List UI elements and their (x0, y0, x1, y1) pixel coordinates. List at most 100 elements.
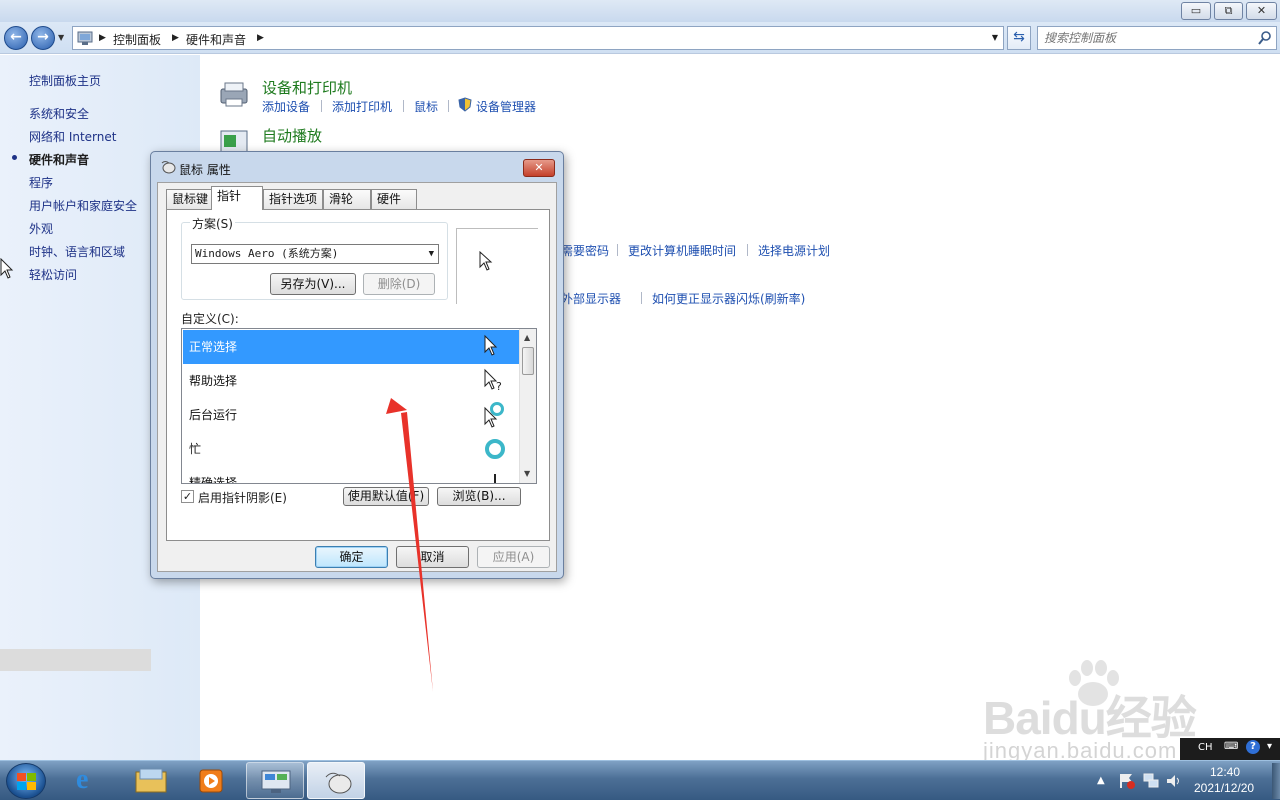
ok-button[interactable]: 确定 (315, 546, 388, 568)
baidu-jingyan-watermark: Baidu经验 jingyan.baidu.com (983, 660, 1213, 770)
scheme-group: 方案(S) Windows Aero (系统方案) ▼ 另存为(V)... 删除… (181, 215, 448, 300)
search-box[interactable] (1037, 26, 1277, 50)
breadcrumb-hardware-and-sound[interactable]: 硬件和声音 (186, 31, 246, 48)
options-icon[interactable]: ▾ (1267, 741, 1272, 752)
explorer-icon (135, 768, 167, 793)
taskbar-control-panel-button[interactable] (246, 762, 304, 799)
external-display-link[interactable]: 外部显示器 (561, 290, 621, 307)
sidebar-item-user-accounts[interactable]: 用户帐户和家庭安全 (29, 197, 137, 214)
sidebar-item-appearance[interactable]: 外观 (29, 220, 53, 237)
forward-icon[interactable]: → (31, 26, 55, 50)
scrollbar-thumb[interactable] (522, 347, 534, 375)
maximize-button[interactable]: ⧉ (1214, 2, 1243, 20)
delete-scheme-button[interactable]: 删除(D) (363, 273, 435, 295)
minimize-button[interactable]: ▭ (1181, 2, 1211, 20)
address-dropdown-icon[interactable]: ▼ (992, 33, 998, 42)
require-password-link[interactable]: 需要密码 (561, 242, 609, 259)
change-sleep-time-link[interactable]: 更改计算机睡眠时间 (628, 242, 736, 259)
show-desktop-button[interactable] (1272, 763, 1280, 799)
show-hidden-icons-icon[interactable]: ▲ (1097, 775, 1105, 786)
language-bar: CH ⌨ ? ▾ (1180, 738, 1280, 760)
dialog-close-button[interactable]: ✕ (523, 159, 555, 177)
help-icon[interactable]: ? (1246, 740, 1260, 754)
media-player-icon (199, 769, 223, 793)
cursor-row-label: 忙 (189, 442, 202, 456)
mouse-properties-dialog: 鼠标 属性 ✕ 鼠标键 指针 指针选项 滑轮 硬件 方案(S) Windows … (150, 151, 564, 579)
clock-time[interactable]: 12:40 (1210, 765, 1240, 779)
add-device-link[interactable]: 添加设备 (262, 98, 310, 115)
clock-date[interactable]: 2021/12/20 (1194, 781, 1254, 795)
refresh-icon[interactable]: ⇆ (1007, 26, 1031, 50)
save-as-button[interactable]: 另存为(V)... (270, 273, 356, 295)
search-icon[interactable] (1258, 31, 1272, 45)
link-separator (321, 100, 322, 112)
apply-button[interactable]: 应用(A) (477, 546, 550, 568)
cancel-button[interactable]: 取消 (396, 546, 469, 568)
uac-shield-icon (458, 97, 472, 112)
sidebar-home-link[interactable]: 控制面板主页 (29, 72, 101, 89)
add-printer-link[interactable]: 添加打印机 (332, 98, 392, 115)
sidebar-highlight-bar (0, 649, 151, 671)
close-button[interactable]: ✕ (1246, 2, 1277, 20)
breadcrumb-control-panel[interactable]: 控制面板 (113, 31, 161, 48)
dialog-body: 鼠标键 指针 指针选项 滑轮 硬件 方案(S) Windows Aero (系统… (157, 182, 557, 572)
cursor-row-busy[interactable]: 忙 (183, 432, 519, 466)
cursor-row-precision-select[interactable]: 精确选择 (183, 466, 519, 483)
mouse-link[interactable]: 鼠标 (414, 98, 438, 115)
dialog-title: 鼠标 属性 (179, 163, 231, 177)
breadcrumb-separator-icon[interactable]: ▶ (257, 33, 264, 43)
tab-pointer-options[interactable]: 指针选项 (263, 189, 323, 209)
busy-cursor-icon (485, 439, 505, 459)
dropdown-arrow-icon: ▼ (428, 249, 434, 259)
start-button[interactable] (6, 763, 46, 799)
link-separator (448, 100, 449, 112)
back-icon[interactable]: ← (4, 26, 28, 50)
choose-power-plan-link[interactable]: 选择电源计划 (758, 242, 830, 259)
action-center-icon[interactable] (1118, 772, 1136, 790)
address-bar[interactable]: ▶ 控制面板 ▶ 硬件和声音 ▶ ▼ (72, 26, 1004, 50)
device-manager-link[interactable]: 设备管理器 (476, 98, 536, 115)
scheme-selected-value: Windows Aero (系统方案) (195, 247, 339, 260)
link-separator (403, 100, 404, 112)
pointer-shadow-checkbox[interactable]: ✓ (181, 490, 194, 503)
tab-wheel[interactable]: 滑轮 (323, 189, 371, 209)
language-indicator[interactable]: CH (1198, 742, 1213, 753)
cursor-list-scrollbar[interactable]: ▲ ▼ (519, 329, 536, 483)
sidebar-item-programs[interactable]: 程序 (29, 174, 53, 191)
keyboard-icon[interactable]: ⌨ (1224, 741, 1238, 752)
devices-printers-title[interactable]: 设备和打印机 (262, 77, 352, 98)
fix-monitor-flicker-link[interactable]: 如何更正显示器闪烁(刷新率) (652, 290, 805, 307)
taskbar-ie-button[interactable]: e (62, 762, 120, 799)
sidebar-item-hardware-sound[interactable]: 硬件和声音 (29, 151, 89, 168)
scheme-dropdown[interactable]: Windows Aero (系统方案) ▼ (191, 244, 439, 264)
arrow-cursor-icon (484, 334, 498, 356)
autoplay-title[interactable]: 自动播放 (262, 125, 322, 146)
pointers-tab-panel: 方案(S) Windows Aero (系统方案) ▼ 另存为(V)... 删除… (166, 209, 550, 541)
sidebar-item-ease-of-access[interactable]: 轻松访问 (29, 266, 77, 283)
cursor-row-normal-select[interactable]: 正常选择 (183, 330, 519, 364)
taskbar-explorer-button[interactable] (122, 762, 180, 799)
scroll-up-icon[interactable]: ▲ (524, 333, 530, 342)
browse-button[interactable]: 浏览(B)... (437, 487, 521, 506)
volume-icon[interactable] (1165, 772, 1183, 790)
tab-hardware[interactable]: 硬件 (371, 189, 417, 209)
pointer-shadow-label: 启用指针阴影(E) (198, 491, 287, 505)
sidebar-item-network-internet[interactable]: 网络和 Internet (29, 128, 116, 145)
use-default-button[interactable]: 使用默认值(F) (343, 487, 429, 506)
link-separator (641, 292, 642, 304)
scheme-label: 方案(S) (190, 215, 235, 232)
recent-pages-chevron-icon[interactable]: ▼ (58, 33, 64, 42)
cursor-row-help-select[interactable]: 帮助选择 ? (183, 364, 519, 398)
scroll-down-icon[interactable]: ▼ (524, 469, 530, 478)
tab-buttons[interactable]: 鼠标键 (166, 189, 213, 209)
tab-pointers[interactable]: 指针 (211, 186, 263, 210)
cursor-row-working-in-background[interactable]: 后台运行 (183, 398, 519, 432)
taskbar-mouse-properties-button[interactable] (307, 762, 365, 799)
sidebar-item-clock-language-region[interactable]: 时钟、语言和区域 (29, 243, 125, 260)
network-icon[interactable] (1142, 772, 1160, 790)
sidebar-item-system-security[interactable]: 系统和安全 (29, 105, 89, 122)
cursor-list[interactable]: 正常选择 帮助选择 ? 后台运行 忙 精确选择 ▲ ▼ (181, 328, 537, 484)
taskbar-media-player-button[interactable] (182, 762, 240, 799)
search-input[interactable] (1044, 30, 1254, 46)
working-in-background-cursor-icon (484, 402, 504, 428)
